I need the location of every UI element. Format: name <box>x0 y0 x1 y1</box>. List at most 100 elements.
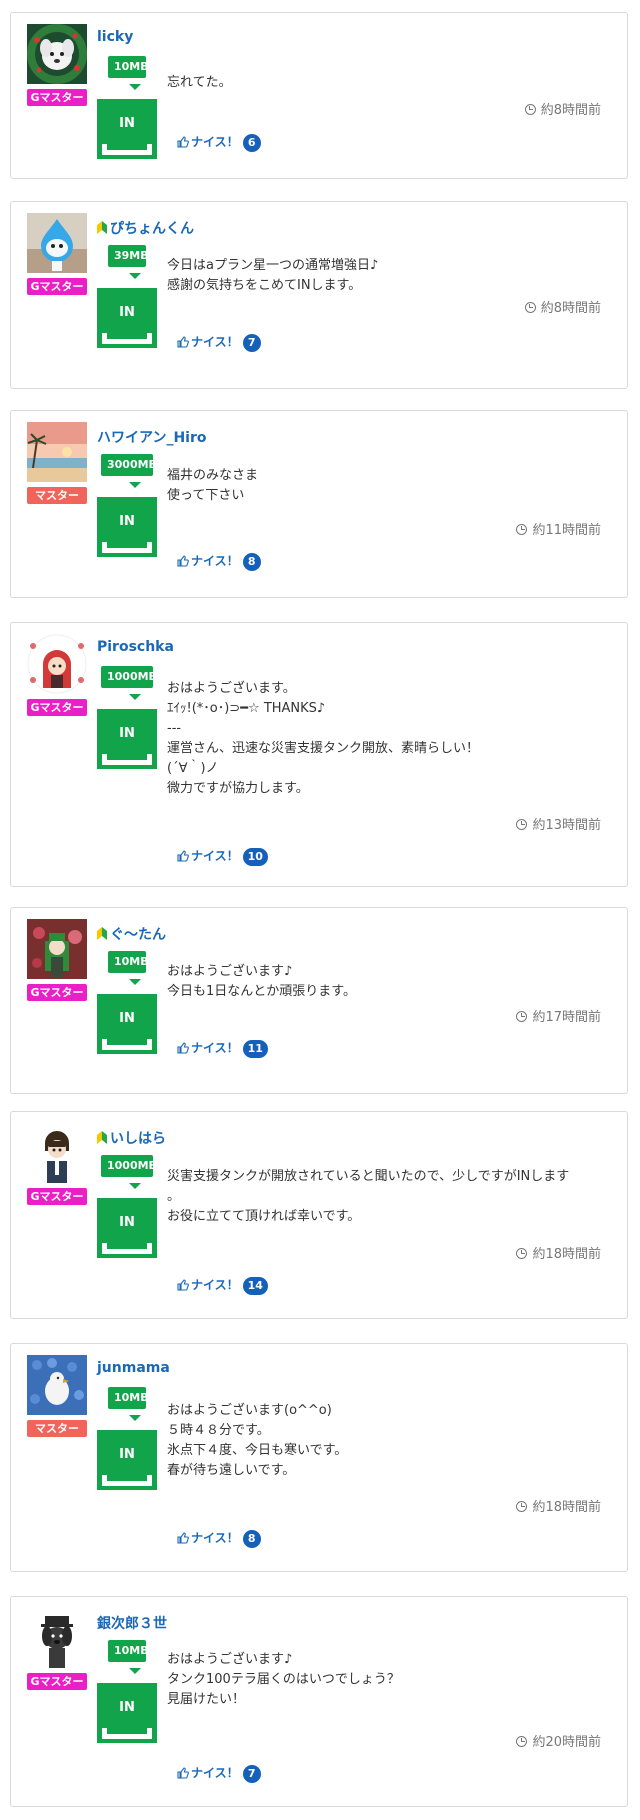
user-name-link[interactable]: 銀次郎３世 <box>97 1613 167 1633</box>
tank-arrow-icon <box>129 1415 141 1421</box>
clock-icon <box>524 104 536 115</box>
message-line: おはようございます(o^^o) <box>167 1403 332 1418</box>
user-name-link[interactable]: ハワイアン_Hiro <box>97 427 206 447</box>
time-text: 約8時間前 <box>540 103 601 118</box>
message-line: 氷点下４度、今日も寒いです。 <box>167 1443 348 1458</box>
nice-label[interactable]: ナイス！ <box>191 849 239 863</box>
user-name[interactable]: ぴちょんくん <box>110 221 194 237</box>
nice-button[interactable]: ナイス！ 6 <box>177 133 261 152</box>
user-avatar[interactable] <box>27 634 87 694</box>
nice-label[interactable]: ナイス！ <box>191 335 239 349</box>
nice-count-badge: 11 <box>242 1040 268 1058</box>
thumbs-up-icon <box>177 1278 189 1296</box>
rank-badge: Gマスター <box>27 278 87 295</box>
tank-in-icon: IN <box>97 709 157 769</box>
time-text: 約13時間前 <box>532 818 601 833</box>
post-time: 約17時間前 <box>516 1006 601 1025</box>
user-avatar[interactable] <box>27 1608 87 1668</box>
tank-in-icon: IN <box>97 1430 157 1490</box>
thumbs-up-icon <box>177 1041 189 1059</box>
clock-icon <box>516 1011 528 1022</box>
user-name[interactable]: ぐ～たん <box>110 927 166 943</box>
tank-action-label: IN <box>119 1447 135 1462</box>
tank-mb-label: 1000MB <box>101 1155 157 1177</box>
tank-in-icon: IN <box>97 994 157 1054</box>
message-line: 忘れてた。 <box>167 75 232 90</box>
thumbs-up-icon <box>177 335 189 353</box>
post-card: マスター junmama 10MB IN おはようございます(o^^o) ５時４８分です。… <box>10 1343 628 1572</box>
nice-button[interactable]: ナイス！ 7 <box>177 333 261 353</box>
nice-button[interactable]: ナイス！ 8 <box>177 1529 261 1548</box>
nice-button[interactable]: ナイス！ 8 <box>177 552 261 572</box>
user-avatar[interactable] <box>27 1123 87 1183</box>
tank-mb-label: 10MB <box>108 1387 149 1409</box>
nice-label[interactable]: ナイス！ <box>191 1766 239 1780</box>
user-name-link[interactable]: junmama <box>97 1360 170 1376</box>
tank-mb-label: 1000MB <box>101 666 157 688</box>
thumbs-up-icon <box>177 554 189 572</box>
user-name[interactable]: junmama <box>97 1360 170 1376</box>
user-name-link[interactable]: Piroschka <box>97 639 174 655</box>
user-avatar[interactable] <box>27 919 87 979</box>
message-line: おはようございます♪ <box>167 1652 293 1667</box>
nice-button[interactable]: ナイス！ 14 <box>177 1276 268 1296</box>
user-name[interactable]: ハワイアン_Hiro <box>97 430 206 446</box>
post-message: おはようございます♪ タンク100テラ届くのはいつでしょう？ 見届けたい！ <box>167 1650 607 1710</box>
post-message: おはようございます(o^^o) ５時４８分です。氷点下４度、今日も寒いです。 春が待… <box>167 1401 607 1481</box>
user-avatar[interactable] <box>27 24 87 84</box>
tank-mb-label: 10MB <box>108 951 149 973</box>
user-name[interactable]: licky <box>97 29 133 45</box>
time-text: 約8時間前 <box>540 301 601 316</box>
post-feed: Gマスター licky 10MB IN 忘れてた。 約8時間前 ナイス！ 6 Gマスター ぴちょん… <box>0 0 640 1820</box>
nice-label[interactable]: ナイス！ <box>191 1278 239 1292</box>
post-card: マスター ハワイアン_Hiro 3000MB IN 福井のみなさま 使って下さい 約11時間… <box>10 410 628 598</box>
tank-action-label: IN <box>119 305 135 320</box>
message-line: (´∀｀)ノ <box>167 761 219 776</box>
time-text: 約20時間前 <box>532 1735 601 1750</box>
tank-action-label: IN <box>119 726 135 741</box>
user-name-link[interactable]: いしはら <box>97 1128 166 1148</box>
nice-count-badge: 7 <box>242 1765 261 1783</box>
message-line: 。 <box>167 1189 181 1204</box>
nice-button[interactable]: ナイス！ 10 <box>177 847 268 866</box>
post-message: 今日はaプラン星一つの通常増強日♪ 感謝の気持ちをこめてINします。 <box>167 256 607 296</box>
tank-in-icon: IN <box>97 99 157 159</box>
post-time: 約18時間前 <box>516 1496 601 1515</box>
message-line: おはようございます。 <box>167 681 296 696</box>
clock-icon <box>516 1248 528 1259</box>
tank-arrow-icon <box>129 979 141 985</box>
post-card: Gマスター いしはら 1000MB IN 災害支援タンクが開放されていると聞いたので、少… <box>10 1111 628 1319</box>
tank-mb-label: 3000MB <box>101 454 157 476</box>
message-line: 微力ですが協力します。 <box>167 781 309 796</box>
nice-label[interactable]: ナイス！ <box>191 135 239 149</box>
user-name-link[interactable]: ぴちょんくん <box>97 218 194 238</box>
message-line: 福井のみなさま <box>167 468 259 483</box>
user-name-link[interactable]: licky <box>97 29 133 45</box>
post-time: 約11時間前 <box>516 519 601 538</box>
clock-icon <box>516 1501 528 1512</box>
nice-label[interactable]: ナイス！ <box>191 1041 239 1055</box>
message-line: 使って下さい <box>167 488 245 503</box>
user-name-link[interactable]: ぐ～たん <box>97 924 166 944</box>
user-avatar[interactable] <box>27 422 87 482</box>
user-name[interactable]: いしはら <box>110 1131 166 1147</box>
user-avatar[interactable] <box>27 213 87 273</box>
rank-badge: Gマスター <box>27 699 87 716</box>
nice-count-badge: 8 <box>242 553 261 571</box>
nice-label[interactable]: ナイス！ <box>191 554 239 568</box>
tank-arrow-icon <box>129 1183 141 1189</box>
user-avatar[interactable] <box>27 1355 87 1415</box>
post-time: 約20時間前 <box>516 1731 601 1750</box>
post-message: 忘れてた。 <box>167 73 607 93</box>
nice-button[interactable]: ナイス！ 11 <box>177 1039 268 1059</box>
tank-arrow-icon <box>129 694 141 700</box>
message-line: ５時４８分です。 <box>167 1423 270 1438</box>
message-line: 春が待ち遠しいです。 <box>167 1463 296 1478</box>
nice-label[interactable]: ナイス！ <box>191 1531 239 1545</box>
user-name[interactable]: Piroschka <box>97 639 174 655</box>
nice-button[interactable]: ナイス！ 7 <box>177 1764 261 1783</box>
tank-mb-label: 39MB <box>108 245 149 267</box>
tank-arrow-icon <box>129 482 141 488</box>
clock-icon <box>524 302 536 313</box>
user-name[interactable]: 銀次郎３世 <box>97 1616 167 1632</box>
